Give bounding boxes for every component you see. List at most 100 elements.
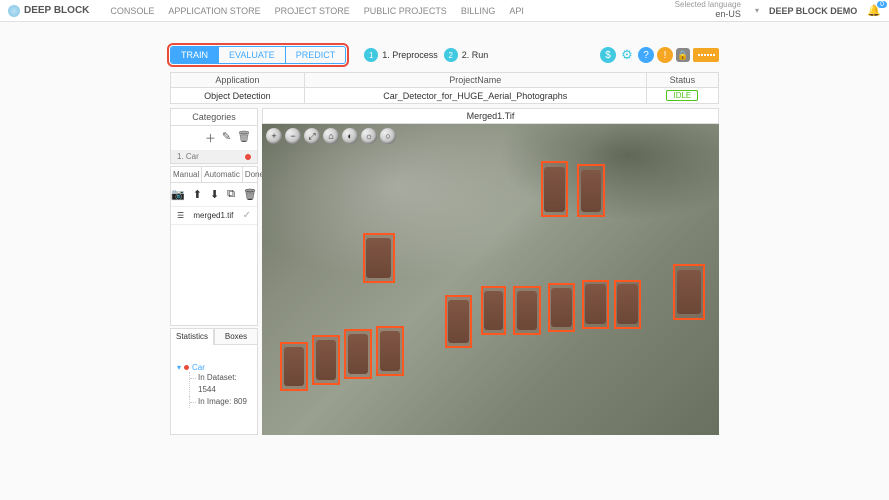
stats-tabs: Statistics Boxes xyxy=(170,328,258,345)
tab-evaluate[interactable]: EVALUATE xyxy=(218,47,285,63)
warning-icon[interactable]: ! xyxy=(657,47,673,63)
tree-color-dot xyxy=(184,365,189,370)
tab-statistics[interactable]: Statistics xyxy=(170,328,214,345)
mode-row: TRAIN EVALUATE PREDICT 1 1. Preprocess 2… xyxy=(170,46,719,64)
label-mode-tabs: Manual Automatic Done xyxy=(171,167,257,183)
nav-project-store[interactable]: PROJECT STORE xyxy=(275,6,350,16)
bounding-box[interactable] xyxy=(614,280,641,330)
notifications-icon[interactable]: 🔔0 xyxy=(867,4,881,17)
nav-billing[interactable]: BILLING xyxy=(461,6,496,16)
stats-body: ▾ Car In Dataset: 1544 In Image: 809 xyxy=(170,345,258,435)
bounding-box[interactable] xyxy=(577,164,604,217)
delete-category-icon[interactable]: 🗑 xyxy=(237,130,251,146)
category-label: 1. Car xyxy=(177,152,199,161)
category-color-dot xyxy=(245,154,251,160)
info-proj-header: ProjectName xyxy=(304,73,646,88)
bounding-box[interactable] xyxy=(548,283,575,333)
annotation-canvas[interactable]: + − ⤢ ⌂ ◐ ☼ ○ xyxy=(262,124,719,435)
info-app-header: Application xyxy=(171,73,305,88)
step-1-label: 1. Preprocess xyxy=(382,50,438,60)
bounding-box[interactable] xyxy=(363,233,395,283)
language-selector[interactable]: Selected language en-US xyxy=(675,1,741,20)
top-nav-right: Selected language en-US ▾ DEEP BLOCK DEM… xyxy=(675,1,881,20)
brightness-icon[interactable]: ☼ xyxy=(361,128,377,144)
home-icon[interactable]: ⌂ xyxy=(323,128,339,144)
bounding-box[interactable] xyxy=(344,329,371,379)
project-info-table: Application ProjectName Status Object De… xyxy=(170,72,719,104)
toolbar-icons: $ ⚙ ? ! 🔒 xyxy=(600,47,719,63)
nav-api[interactable]: API xyxy=(509,6,524,16)
step-preprocess[interactable]: 1 1. Preprocess xyxy=(364,48,438,62)
left-panel: Categories ＋ ✎ 🗑 1. Car Manual Automatic… xyxy=(170,108,258,435)
add-category-icon[interactable]: ＋ xyxy=(205,130,216,146)
step-2-num: 2 xyxy=(444,48,458,62)
tab-train[interactable]: TRAIN xyxy=(171,47,218,63)
steps: 1 1. Preprocess 2 2. Run xyxy=(364,48,488,62)
gear-icon[interactable]: ⚙ xyxy=(619,47,635,63)
bounding-box[interactable] xyxy=(376,326,403,376)
nav-app-store[interactable]: APPLICATION STORE xyxy=(168,6,260,16)
reset-icon[interactable]: ○ xyxy=(380,128,396,144)
user-name[interactable]: DEEP BLOCK DEMO xyxy=(769,6,857,16)
viewer-title: Merged1.Tif xyxy=(262,108,719,124)
contrast-icon[interactable]: ◐ xyxy=(342,128,358,144)
info-app-value: Object Detection xyxy=(171,88,305,104)
brand-logo[interactable]: DEEP BLOCK xyxy=(8,5,89,17)
categories-header: Categories xyxy=(171,109,257,126)
keyboard-icon[interactable] xyxy=(693,48,719,62)
camera-icon[interactable]: 📷 xyxy=(171,188,185,201)
copy-icon[interactable]: ⧉ xyxy=(227,188,235,201)
check-icon: ✓ xyxy=(243,210,251,221)
image-list-empty xyxy=(171,225,257,325)
bounding-box[interactable] xyxy=(513,286,540,336)
upload-icon[interactable]: ⬆ xyxy=(193,188,202,201)
fit-icon[interactable]: ⤢ xyxy=(304,128,320,144)
download-icon[interactable]: ⬇ xyxy=(210,188,219,201)
info-status-header: Status xyxy=(646,73,718,88)
bounding-box[interactable] xyxy=(582,280,609,330)
bounding-box[interactable] xyxy=(673,264,705,320)
tab-manual[interactable]: Manual xyxy=(171,167,202,182)
tree-dataset-count: In Dataset: 1544 xyxy=(189,372,251,396)
edit-category-icon[interactable]: ✎ xyxy=(222,130,231,146)
tree-root[interactable]: ▾ Car xyxy=(177,363,251,372)
top-nav-left: DEEP BLOCK CONSOLE APPLICATION STORE PRO… xyxy=(8,5,524,17)
nav-console[interactable]: CONSOLE xyxy=(110,6,154,16)
step-2-label: 2. Run xyxy=(462,50,489,60)
lock-icon[interactable]: 🔒 xyxy=(676,48,690,62)
bounding-box[interactable] xyxy=(445,295,472,348)
zoom-out-icon[interactable]: − xyxy=(285,128,301,144)
top-nav: DEEP BLOCK CONSOLE APPLICATION STORE PRO… xyxy=(0,0,889,22)
image-filename: merged1.tif xyxy=(193,211,233,220)
credits-icon[interactable]: $ xyxy=(600,47,616,63)
zoom-in-icon[interactable]: + xyxy=(266,128,282,144)
image-list-item[interactable]: ☰ merged1.tif ✓ xyxy=(171,207,257,225)
category-tools: ＋ ✎ 🗑 xyxy=(171,126,257,150)
tab-predict[interactable]: PREDICT xyxy=(285,47,346,63)
nav-public-projects[interactable]: PUBLIC PROJECTS xyxy=(364,6,447,16)
chevron-down-icon[interactable]: ▾ xyxy=(755,6,759,15)
brand-name: DEEP BLOCK xyxy=(24,5,89,16)
help-icon[interactable]: ? xyxy=(638,47,654,63)
main-content: TRAIN EVALUATE PREDICT 1 1. Preprocess 2… xyxy=(0,22,889,435)
image-tools: 📷 ⬆ ⬇ ⧉ 🗑 xyxy=(171,183,257,207)
category-item-car[interactable]: 1. Car xyxy=(171,150,257,163)
step-1-num: 1 xyxy=(364,48,378,62)
mode-tabs: TRAIN EVALUATE PREDICT xyxy=(170,46,346,64)
bounding-box[interactable] xyxy=(312,335,339,385)
bounding-box[interactable] xyxy=(541,161,568,217)
tree-caret-icon: ▾ xyxy=(177,363,181,372)
tab-boxes[interactable]: Boxes xyxy=(214,328,258,345)
nav-links: CONSOLE APPLICATION STORE PROJECT STORE … xyxy=(110,6,523,16)
bounding-box[interactable] xyxy=(481,286,506,336)
notif-badge: 0 xyxy=(877,1,887,8)
workspace: Categories ＋ ✎ 🗑 1. Car Manual Automatic… xyxy=(170,108,719,435)
bounding-box[interactable] xyxy=(280,342,307,392)
info-status-value: IDLE xyxy=(646,88,718,104)
trash-icon[interactable]: 🗑 xyxy=(243,188,257,201)
tab-automatic[interactable]: Automatic xyxy=(202,167,243,182)
logo-icon xyxy=(8,5,20,17)
step-run[interactable]: 2 2. Run xyxy=(444,48,489,62)
info-proj-value: Car_Detector_for_HUGE_Aerial_Photographs xyxy=(304,88,646,104)
labeling-panel: Manual Automatic Done 📷 ⬆ ⬇ ⧉ 🗑 ☰ merged… xyxy=(170,166,258,326)
